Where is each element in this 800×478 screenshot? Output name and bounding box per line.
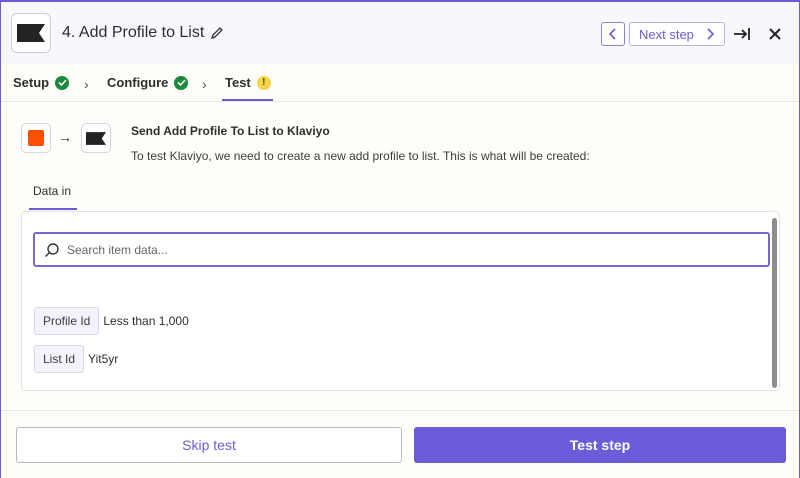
step-tabs: Setup › Configure › Test ! (0, 64, 800, 102)
test-step-button[interactable]: Test step (414, 427, 786, 463)
footer-divider (0, 410, 800, 411)
search-input[interactable] (67, 234, 757, 265)
tab-configure-label: Configure (107, 75, 169, 90)
chevron-right-icon: › (202, 76, 207, 92)
test-title: Send Add Profile To List to Klaviyo (131, 124, 330, 138)
search-icon (45, 243, 59, 257)
data-panel: Profile Id Less than 1,000 List Id Yit5y… (21, 211, 780, 391)
active-tab-indicator (222, 99, 273, 101)
check-circle-icon (174, 75, 189, 90)
tab-setup[interactable]: Setup (13, 75, 70, 90)
chevron-right-icon: › (84, 76, 89, 92)
step-title[interactable]: 4. Add Profile to List (62, 24, 224, 42)
arrow-to-right-icon (734, 28, 750, 40)
next-step-label: Next step (639, 26, 694, 42)
tab-test-label: Test (225, 75, 251, 90)
chevron-left-icon (608, 28, 616, 40)
next-step-button[interactable]: Next step (629, 22, 725, 46)
field-row: List Id Yit5yr (34, 345, 118, 373)
close-button[interactable] (764, 22, 786, 46)
active-tab-indicator (29, 208, 77, 210)
tab-configure[interactable]: Configure (107, 75, 189, 90)
arrow-right-icon: → (58, 129, 72, 145)
test-description: To test Klaviyo, we need to create a new… (131, 149, 590, 163)
chevron-right-icon (707, 28, 715, 40)
previous-step-button[interactable] (601, 22, 625, 46)
search-box[interactable] (33, 232, 770, 267)
step-header: 4. Add Profile to List Next step (0, 0, 800, 64)
klaviyo-logo (11, 13, 51, 53)
scrollbar[interactable] (772, 218, 777, 388)
tab-data-in[interactable]: Data in (33, 184, 71, 198)
check-circle-icon (55, 75, 70, 90)
field-row: Profile Id Less than 1,000 (34, 307, 189, 335)
field-value: Less than 1,000 (103, 314, 189, 328)
field-label: List Id (34, 345, 85, 373)
field-label: Profile Id (34, 307, 100, 335)
close-icon (769, 28, 781, 40)
collapse-panel-button[interactable] (730, 22, 754, 46)
field-value: Yit5yr (88, 352, 119, 366)
step-title-text: 4. Add Profile to List (62, 24, 205, 41)
tab-setup-label: Setup (13, 75, 50, 90)
tab-test[interactable]: Test ! (225, 75, 271, 90)
warning-icon: ! (256, 75, 271, 90)
skip-test-button[interactable]: Skip test (16, 427, 402, 463)
klaviyo-app-icon (81, 123, 111, 153)
source-app-icon (21, 123, 51, 153)
pencil-icon[interactable] (210, 26, 224, 40)
